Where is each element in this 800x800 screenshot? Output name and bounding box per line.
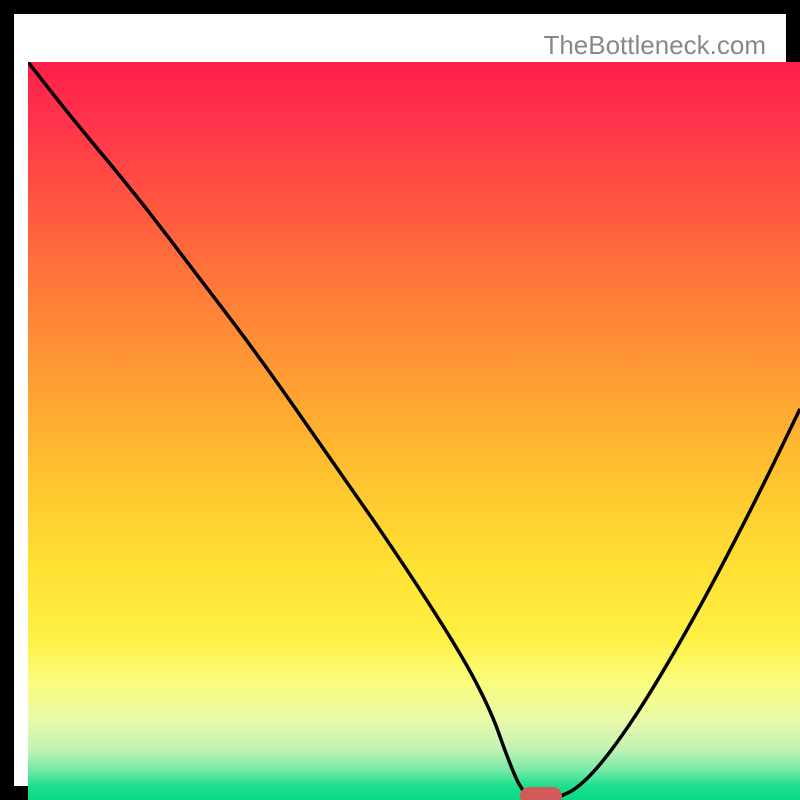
- bottleneck-curve: [28, 62, 800, 800]
- optimal-point-marker: [520, 787, 562, 800]
- watermark-text: TheBottleneck.com: [543, 30, 766, 61]
- chart-frame: TheBottleneck.com: [0, 0, 800, 800]
- plot-area: [28, 62, 800, 800]
- curve-svg: [28, 62, 800, 800]
